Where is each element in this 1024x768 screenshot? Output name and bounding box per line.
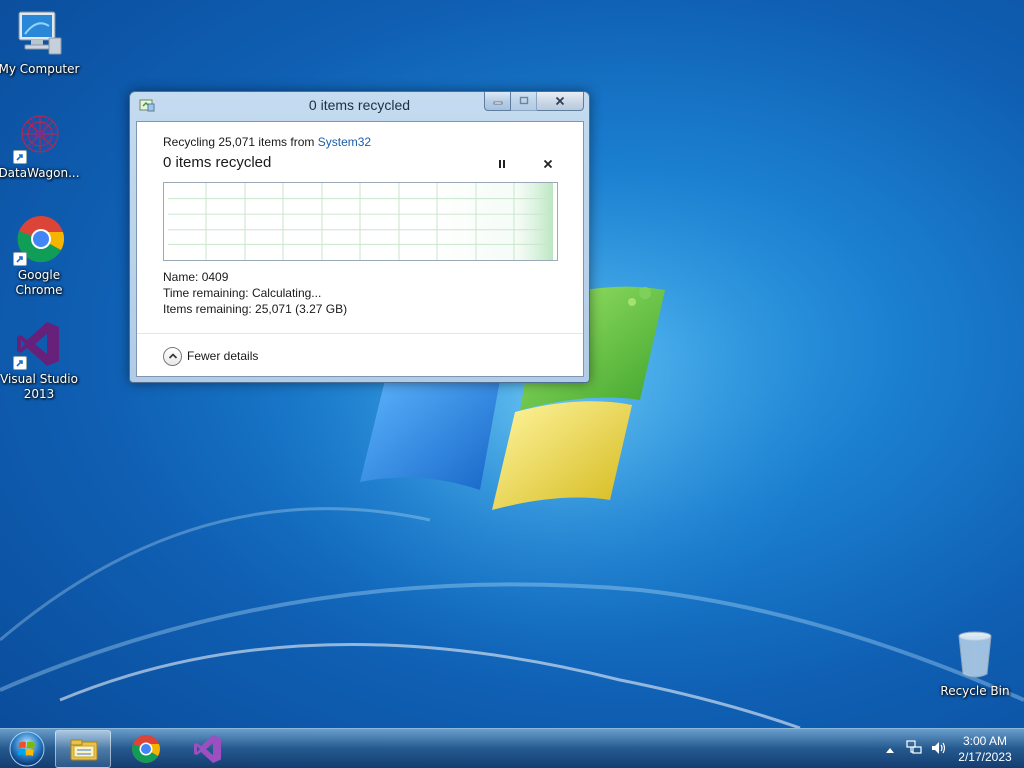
windows-logo-icon xyxy=(9,731,45,767)
close-button[interactable] xyxy=(537,92,584,111)
close-icon xyxy=(555,96,565,106)
progress-count: 0 items recycled xyxy=(163,154,272,171)
chevron-up-icon xyxy=(886,748,894,753)
speaker-icon xyxy=(932,742,946,754)
items-value: 25,071 (3.27 GB) xyxy=(255,302,348,316)
minimize-icon xyxy=(493,101,502,105)
desktop-icon-label: DataWagon... xyxy=(0,166,80,180)
desktop-icon-my-computer[interactable]: My Computer xyxy=(0,8,80,77)
clock[interactable]: 3:00 AM 2/17/2023 xyxy=(950,733,1020,765)
title-bar[interactable]: 0 items recycled xyxy=(130,92,589,120)
detail-time-remaining: Time remaining: Calculating... xyxy=(163,286,321,300)
pause-button[interactable] xyxy=(495,157,509,171)
chrome-icon xyxy=(132,735,160,763)
shortcut-arrow-icon xyxy=(13,356,27,370)
time-label: Time remaining: xyxy=(163,286,249,300)
recycling-prefix: Recycling 25,071 items from xyxy=(163,135,318,149)
start-button[interactable] xyxy=(7,730,47,768)
desktop-icon-visual-studio[interactable]: Visual Studio 2013 xyxy=(0,318,80,402)
desktop-icon-label: Recycle Bin xyxy=(940,684,1010,698)
dialog-body: Recycling 25,071 items from System32 0 i… xyxy=(136,121,584,377)
clock-date: 2/17/2023 xyxy=(958,750,1012,764)
cancel-button[interactable] xyxy=(541,157,555,171)
close-icon xyxy=(543,159,553,169)
taskbar-google-chrome[interactable] xyxy=(118,730,174,768)
visual-studio-icon xyxy=(194,735,221,763)
chevron-up-icon xyxy=(163,346,182,366)
shortcut-arrow-icon xyxy=(13,252,27,266)
recycle-progress-dialog[interactable]: 0 items recycled Recycling 25,071 items … xyxy=(129,91,590,383)
desktop-icon-label: Google Chrome xyxy=(15,268,63,297)
progress-graph xyxy=(163,182,558,261)
maximize-icon xyxy=(519,96,528,105)
windows-explorer-icon xyxy=(70,739,98,761)
volume-button[interactable] xyxy=(930,740,946,759)
time-value: Calculating... xyxy=(251,286,322,300)
recycle-bin-icon xyxy=(949,630,1001,682)
show-hidden-icons-button[interactable] xyxy=(885,743,895,757)
minimize-button[interactable] xyxy=(484,92,511,111)
pause-icon xyxy=(499,160,505,168)
recycling-status: Recycling 25,071 items from System32 xyxy=(163,135,371,149)
taskbar-windows-explorer[interactable] xyxy=(55,730,111,768)
network-button[interactable] xyxy=(906,740,922,759)
computer-icon xyxy=(13,8,65,60)
desktop-icon-label: My Computer xyxy=(0,62,80,76)
chrome-icon xyxy=(13,214,65,266)
name-value: 0409 xyxy=(201,270,229,284)
items-label: Items remaining: xyxy=(163,302,252,316)
taskbar: 3:00 AM 2/17/2023 xyxy=(0,728,1024,768)
detail-items-remaining: Items remaining: 25,071 (3.27 GB) xyxy=(163,302,347,316)
desktop-icon-google-chrome[interactable]: Google Chrome xyxy=(0,214,80,298)
fewer-details-toggle[interactable]: Fewer details xyxy=(163,346,258,366)
fewer-details-label: Fewer details xyxy=(187,349,259,363)
maximize-button xyxy=(511,92,537,111)
visual-studio-icon xyxy=(13,318,65,370)
network-icon xyxy=(906,740,922,754)
name-label: Name: xyxy=(163,270,199,284)
shortcut-arrow-icon xyxy=(13,150,27,164)
divider xyxy=(137,333,583,334)
taskbar-visual-studio[interactable] xyxy=(180,730,236,768)
window-controls xyxy=(484,92,584,111)
clock-time: 3:00 AM xyxy=(962,734,1008,748)
detail-name: Name: 0409 xyxy=(163,270,228,284)
datawagon-icon xyxy=(13,112,65,164)
desktop-icon-label: Visual Studio 2013 xyxy=(0,372,78,401)
desktop-icon-recycle-bin[interactable]: Recycle Bin xyxy=(934,630,1016,699)
desktop-icon-datawagon[interactable]: DataWagon... xyxy=(0,112,80,181)
source-folder-link[interactable]: System32 xyxy=(318,135,371,149)
